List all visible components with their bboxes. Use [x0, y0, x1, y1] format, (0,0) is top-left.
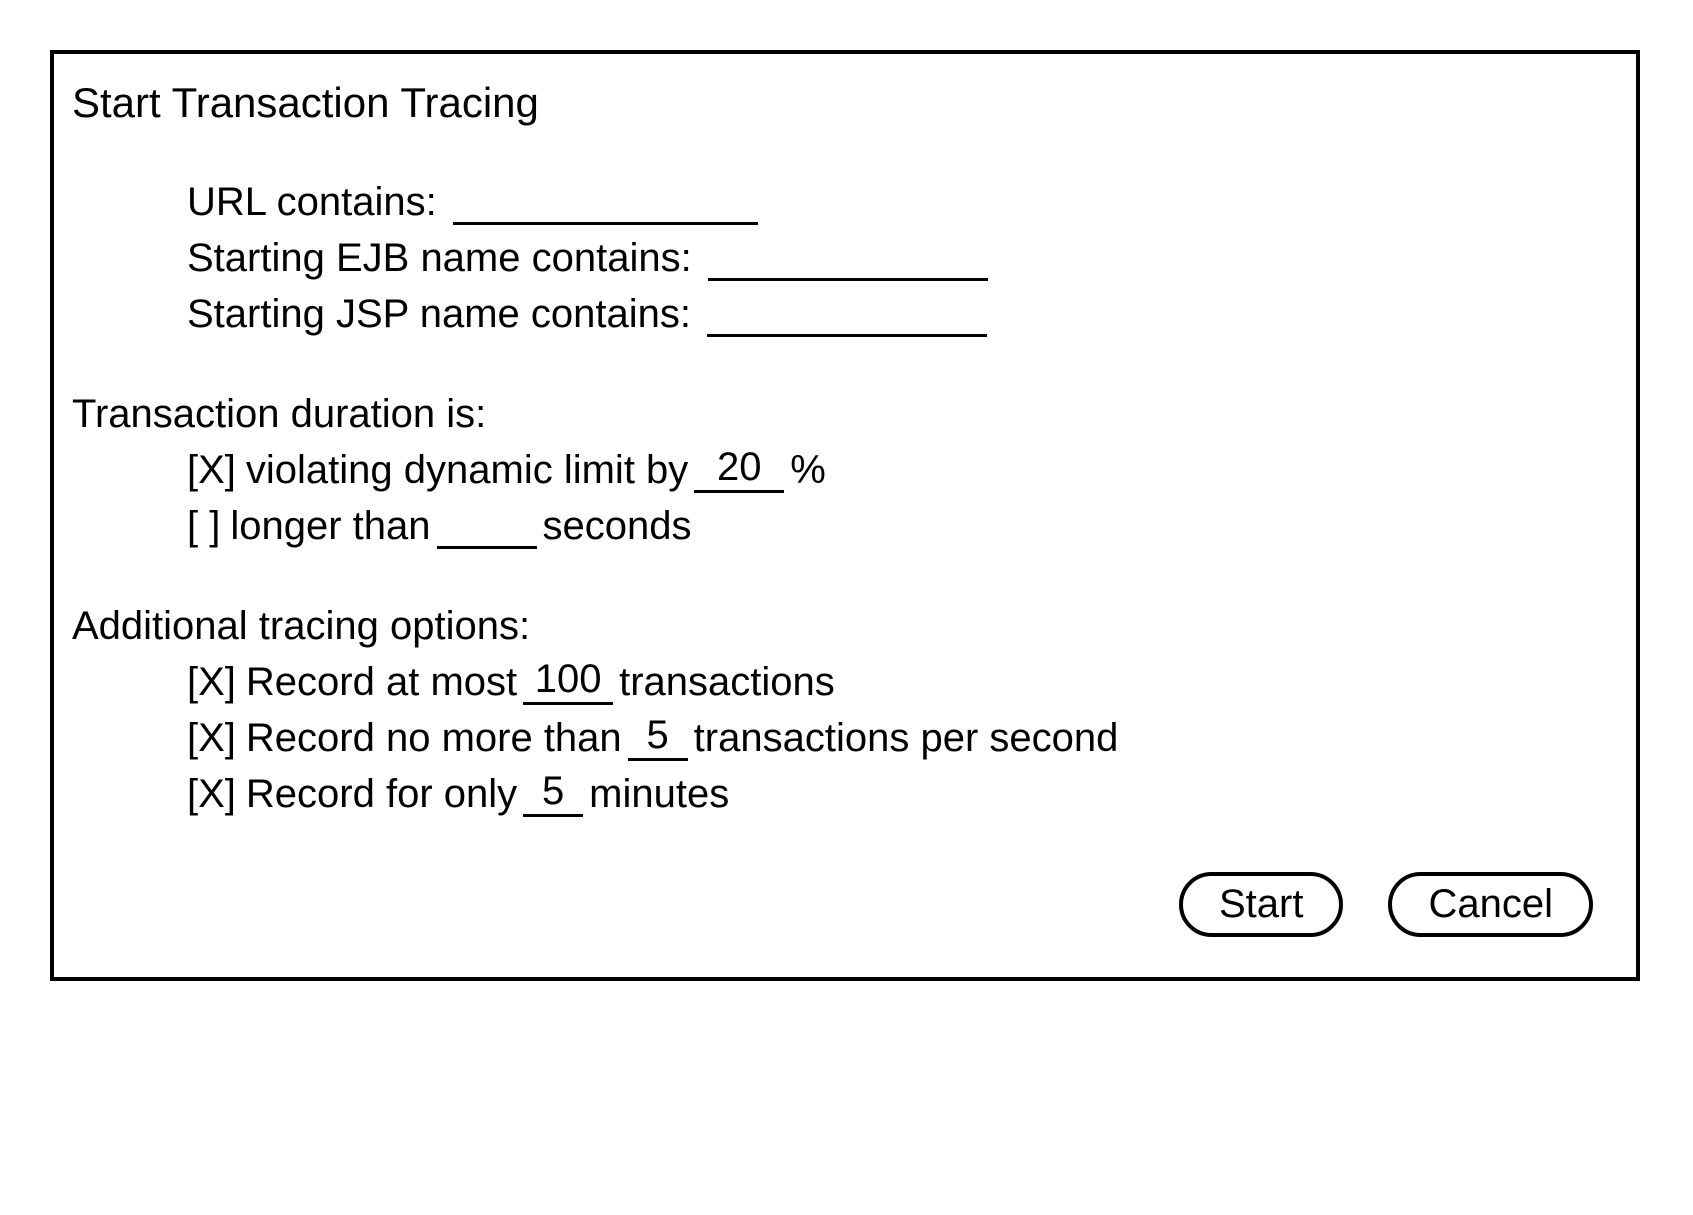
url-contains-label: URL contains:	[187, 180, 437, 225]
violating-limit-suffix: %	[790, 448, 826, 493]
duration-heading: Transaction duration is:	[72, 392, 1618, 437]
record-at-most-checkbox[interactable]: [X]	[187, 660, 236, 705]
dialog-title: Start Transaction Tracing	[72, 79, 1618, 127]
record-at-most-prefix: Record at most	[246, 660, 517, 705]
record-no-more-suffix: transactions per second	[694, 716, 1119, 761]
filter-section: URL contains: Starting EJB name contains…	[187, 177, 1618, 337]
button-row: Start Cancel	[72, 872, 1593, 937]
duration-section: [X] violating dynamic limit by % [ ] lon…	[187, 445, 1618, 549]
record-no-more-row: [X] Record no more than transactions per…	[187, 713, 1618, 761]
longer-than-row: [ ] longer than seconds	[187, 501, 1618, 549]
record-for-only-suffix: minutes	[589, 772, 729, 817]
start-button[interactable]: Start	[1179, 872, 1343, 937]
record-no-more-input[interactable]	[628, 713, 688, 761]
record-at-most-suffix: transactions	[619, 660, 835, 705]
record-at-most-row: [X] Record at most transactions	[187, 657, 1618, 705]
record-at-most-input[interactable]	[523, 657, 613, 705]
jsp-contains-row: Starting JSP name contains:	[187, 289, 1618, 337]
longer-than-input[interactable]	[437, 501, 537, 549]
record-for-only-row: [X] Record for only minutes	[187, 769, 1618, 817]
additional-heading: Additional tracing options:	[72, 604, 1618, 649]
cancel-button[interactable]: Cancel	[1388, 872, 1593, 937]
transaction-tracing-dialog: Start Transaction Tracing URL contains: …	[50, 50, 1640, 981]
record-for-only-input[interactable]	[523, 769, 583, 817]
violating-limit-row: [X] violating dynamic limit by %	[187, 445, 1618, 493]
record-no-more-prefix: Record no more than	[246, 716, 622, 761]
additional-section: [X] Record at most transactions [X] Reco…	[187, 657, 1618, 817]
ejb-contains-row: Starting EJB name contains:	[187, 233, 1618, 281]
record-no-more-checkbox[interactable]: [X]	[187, 716, 236, 761]
violating-limit-checkbox[interactable]: [X]	[187, 448, 236, 493]
violating-limit-input[interactable]	[694, 445, 784, 493]
longer-than-checkbox[interactable]: [ ]	[187, 504, 220, 549]
url-contains-input[interactable]	[453, 177, 758, 225]
jsp-contains-input[interactable]	[707, 289, 987, 337]
url-contains-row: URL contains:	[187, 177, 1618, 225]
violating-limit-prefix: violating dynamic limit by	[246, 448, 688, 493]
record-for-only-prefix: Record for only	[246, 772, 517, 817]
ejb-contains-input[interactable]	[708, 233, 988, 281]
longer-than-prefix: longer than	[230, 504, 430, 549]
record-for-only-checkbox[interactable]: [X]	[187, 772, 236, 817]
longer-than-suffix: seconds	[543, 504, 692, 549]
ejb-contains-label: Starting EJB name contains:	[187, 236, 692, 281]
jsp-contains-label: Starting JSP name contains:	[187, 292, 691, 337]
